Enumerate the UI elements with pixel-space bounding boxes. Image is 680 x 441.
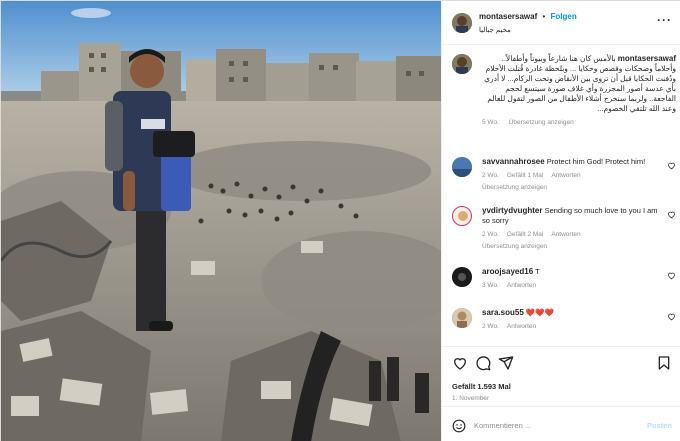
comment-username[interactable]: aroojsayed16 [482, 267, 533, 276]
comment-text: ❤️❤️❤️ [525, 308, 554, 317]
caption-item: montasersawaf بالأمس كان هنا شارعاً وبيو… [452, 54, 676, 154]
author-avatar-image [452, 13, 472, 33]
comment-icon[interactable] [475, 355, 491, 371]
commenter-avatar[interactable] [452, 206, 472, 226]
comment-time[interactable]: 2 Wo. [482, 172, 499, 179]
comment-translate-link[interactable]: Übersetzung anzeigen [482, 242, 662, 252]
commenter-avatar-image [452, 308, 472, 328]
comment-time[interactable]: 3 Wo. [482, 282, 499, 289]
author-avatar[interactable] [452, 13, 472, 33]
caption-translate-link[interactable]: Übersetzung anzeigen [509, 119, 574, 126]
heart-icon[interactable] [452, 355, 468, 371]
caption-avatar[interactable] [452, 54, 472, 74]
commenter-avatar-image [453, 207, 471, 225]
comment-text: T [535, 267, 540, 276]
commenter-avatar-image [452, 157, 472, 177]
post-comment-button[interactable]: Posten [647, 421, 672, 430]
comment-likes[interactable]: Gefällt 2 Mal [507, 231, 544, 238]
comment-username[interactable]: yvdirtydvughter [482, 206, 542, 215]
reply-button[interactable]: Antworten [507, 323, 536, 330]
post-header: montasersawaf • Folgen مخيم جباليا ··· [442, 1, 680, 45]
comment-text: Protect him God! Protect him! [546, 157, 646, 166]
reply-button[interactable]: Antworten [551, 231, 580, 238]
like-count[interactable]: Gefällt 1.593 Mal [452, 382, 511, 391]
comment-item: aroojsayed16 T 3 Wo. Antworten [452, 267, 676, 295]
emoji-icon[interactable] [452, 419, 466, 433]
follow-button[interactable]: Folgen [551, 12, 577, 21]
comment-item: sara.sou55 ❤️❤️❤️ 2 Wo. Antworten [452, 308, 676, 336]
comment-time[interactable]: 2 Wo. [482, 323, 499, 330]
commenter-avatar[interactable] [452, 157, 472, 177]
comment-username[interactable]: sara.sou55 [482, 308, 524, 317]
post-photo[interactable] [1, 1, 441, 441]
post-side-panel: montasersawaf • Folgen مخيم جباليا ··· m… [441, 1, 680, 441]
comment-like-heart-icon[interactable] [667, 161, 676, 170]
rubble-scene-image [1, 1, 441, 441]
reply-button[interactable]: Antworten [551, 172, 580, 179]
header-separator: • [542, 12, 546, 21]
comment-item: yvdirtydvughter Sending so much love to … [452, 206, 676, 256]
comment-time[interactable]: 2 Wo. [482, 231, 499, 238]
comment-username[interactable]: savvannahrosee [482, 157, 545, 166]
commenter-avatar[interactable] [452, 308, 472, 328]
comment-like-heart-icon[interactable] [667, 271, 676, 280]
more-options-icon[interactable]: ··· [657, 13, 672, 27]
commenter-avatar[interactable] [452, 267, 472, 287]
share-icon[interactable] [498, 355, 514, 371]
commenter-avatar-image [452, 267, 472, 287]
comments-list[interactable]: montasersawaf بالأمس كان هنا شارعاً وبيو… [442, 46, 680, 346]
post-actions: Gefällt 1.593 Mal 1. November [442, 346, 680, 406]
comment-likes[interactable]: Gefällt 1 Mal [507, 172, 544, 179]
author-username[interactable]: montasersawaf [479, 12, 537, 21]
caption-username[interactable]: montasersawaf [618, 54, 676, 63]
caption-time[interactable]: 5 Wo. [482, 119, 499, 126]
comment-input[interactable] [474, 417, 634, 433]
comment-like-heart-icon[interactable] [667, 312, 676, 321]
comment-like-heart-icon[interactable] [667, 210, 676, 219]
caption-avatar-image [452, 54, 472, 74]
bookmark-icon[interactable] [656, 355, 672, 371]
comment-composer: Posten [442, 406, 680, 441]
comment-translate-link[interactable]: Übersetzung anzeigen [482, 183, 662, 193]
reply-button[interactable]: Antworten [507, 282, 536, 289]
comment-item: savvannahrosee Protect him God! Protect … [452, 157, 676, 195]
post-location[interactable]: مخيم جباليا [479, 26, 511, 34]
post-dialog: montasersawaf • Folgen مخيم جباليا ··· m… [0, 0, 680, 441]
post-date[interactable]: 1. November [452, 395, 489, 402]
